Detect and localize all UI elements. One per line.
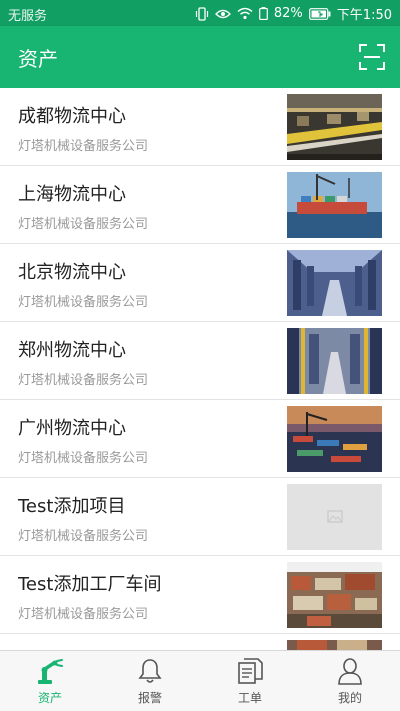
- tab-label: 资产: [37, 691, 62, 705]
- tab-profile[interactable]: 我的: [300, 651, 400, 711]
- asset-company: 灯塔机械设备服务公司: [18, 295, 149, 310]
- scan-icon: [359, 44, 385, 70]
- asset-name: Test添加工厂车间: [18, 574, 162, 595]
- tab-label: 我的: [337, 691, 362, 705]
- asset-company: 灯塔机械设备服务公司: [18, 529, 149, 544]
- battery-percent: 82%: [273, 6, 303, 21]
- tab-label: 报警: [137, 691, 162, 705]
- list-item-partial[interactable]: [0, 634, 400, 650]
- asset-thumbnail: [287, 640, 382, 650]
- app-bar: 资产: [0, 26, 400, 88]
- asset-thumbnail: [287, 328, 382, 394]
- tab-assets[interactable]: 资产: [0, 651, 100, 711]
- asset-name: 北京物流中心: [18, 262, 126, 283]
- list-item[interactable]: 成都物流中心 灯塔机械设备服务公司: [0, 88, 400, 166]
- asset-thumbnail: [287, 172, 382, 238]
- carrier-text: 无服务: [8, 9, 48, 24]
- page-title: 资产: [18, 47, 58, 71]
- battery-icon: [308, 7, 331, 20]
- asset-thumbnail: [287, 406, 382, 472]
- person-icon: [338, 658, 362, 685]
- asset-company: 灯塔机械设备服务公司: [18, 139, 149, 154]
- eye-icon: [214, 9, 231, 18]
- asset-thumbnail: [287, 250, 382, 316]
- tab-work-orders[interactable]: 工单: [200, 651, 300, 711]
- asset-list: 成都物流中心 灯塔机械设备服务公司 上海物流中心 灯塔机械设备服务公司 北京物流…: [0, 88, 400, 650]
- tab-alarms[interactable]: 报警: [100, 651, 200, 711]
- list-item[interactable]: Test添加工厂车间 灯塔机械设备服务公司: [0, 556, 400, 634]
- tab-label: 工单: [237, 691, 262, 705]
- asset-name: 上海物流中心: [18, 184, 126, 205]
- asset-name: 郑州物流中心: [18, 340, 126, 361]
- asset-company: 灯塔机械设备服务公司: [18, 373, 149, 388]
- list-item[interactable]: 上海物流中心 灯塔机械设备服务公司: [0, 166, 400, 244]
- scan-button[interactable]: [358, 43, 386, 71]
- asset-company: 灯塔机械设备服务公司: [18, 451, 149, 466]
- wifi-icon: [237, 7, 253, 20]
- clock-text: 下午1:50: [336, 8, 392, 23]
- bottom-tab-bar: 资产 报警 工单 我的: [0, 650, 400, 711]
- bell-icon: [138, 659, 162, 683]
- asset-thumbnail-placeholder: [287, 484, 382, 550]
- vibrate-icon: [195, 6, 208, 21]
- document-icon: [238, 658, 263, 684]
- list-item[interactable]: 郑州物流中心 灯塔机械设备服务公司: [0, 322, 400, 400]
- battery-saver-icon: [258, 7, 268, 20]
- status-bar: 无服务 82% 下午1:50: [0, 0, 400, 26]
- asset-name: 广州物流中心: [18, 418, 126, 439]
- list-item[interactable]: 广州物流中心 灯塔机械设备服务公司: [0, 400, 400, 478]
- asset-thumbnail: [287, 562, 382, 628]
- status-icons: 82% 下午1:50: [195, 4, 392, 23]
- asset-company: 灯塔机械设备服务公司: [18, 607, 149, 622]
- asset-name: Test添加项目: [18, 496, 126, 517]
- asset-thumbnail: [287, 94, 382, 160]
- asset-company: 灯塔机械设备服务公司: [18, 217, 149, 232]
- robot-arm-icon: [38, 659, 63, 684]
- list-item[interactable]: 北京物流中心 灯塔机械设备服务公司: [0, 244, 400, 322]
- asset-name: 成都物流中心: [18, 106, 126, 127]
- list-item[interactable]: Test添加项目 灯塔机械设备服务公司: [0, 478, 400, 556]
